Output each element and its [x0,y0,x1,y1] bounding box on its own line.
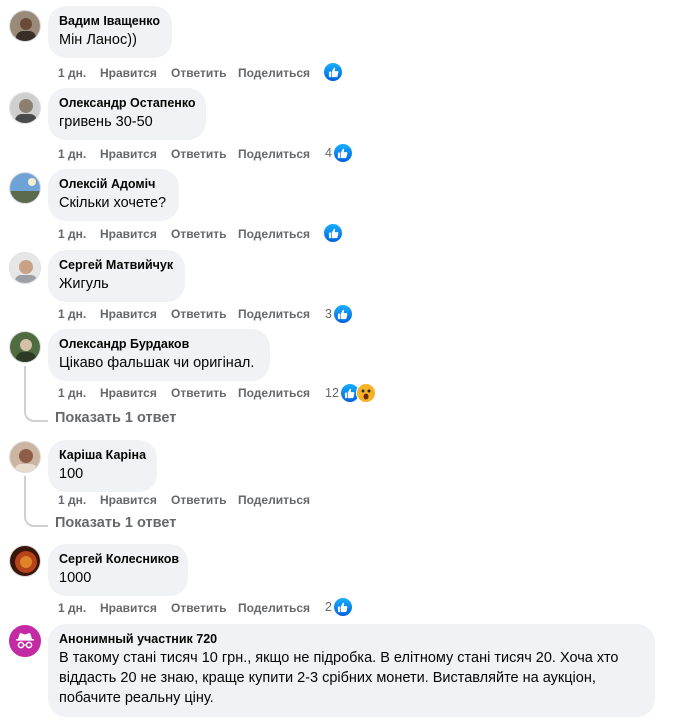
comment-time[interactable]: 1 дн. [58,227,100,241]
avatar[interactable] [9,172,41,204]
comment-text: Цікаво фальшак чи оригінал. [59,355,255,371]
like-reaction-icon [332,304,353,324]
comment-bubble: Олександр Остапенко гривень 30-50 [48,88,206,140]
reaction-count: 3 [325,307,332,321]
comment-bubble: Сергей Колесников 1000 [48,544,188,596]
reaction-summary[interactable]: 12 [325,383,376,403]
avatar[interactable] [9,92,41,124]
comment-author[interactable]: Сергей Матвийчук [59,257,173,273]
share-link[interactable]: Поделиться [238,147,310,161]
thread-line [24,366,26,413]
reaction-count: 4 [325,146,332,160]
comment-bubble: Олександр Бурдаков Цікаво фальшак чи ори… [48,329,270,381]
comment-bubble: Сергей Матвийчук Жигуль [48,250,185,302]
like-reaction-icon [332,597,353,617]
comment-author[interactable]: Олександр Остапенко [59,95,196,111]
thread-connector-tail [38,420,48,422]
comment-bubble: Каріша Каріна 100 [48,440,157,492]
show-replies-link[interactable]: Показать 1 ответ [55,410,176,426]
like-link[interactable]: Нравится [100,493,171,507]
avatar[interactable] [9,545,41,577]
comment-author[interactable]: Вадим Іващенко [59,13,160,29]
reaction-summary[interactable] [322,62,343,82]
comment-time[interactable]: 1 дн. [58,601,100,615]
comment-time[interactable]: 1 дн. [58,386,100,400]
reply-link[interactable]: Ответить [171,493,238,507]
comment-text: Жигуль [59,276,109,292]
reaction-summary[interactable]: 3 [325,304,353,324]
reply-link[interactable]: Ответить [171,601,238,615]
reply-link[interactable]: Ответить [171,147,238,161]
incognito-icon [16,633,34,649]
reaction-summary[interactable] [322,223,343,243]
reply-link[interactable]: Ответить [171,227,238,241]
comment-actions: 1 дн. Нравится Ответить Поделиться [58,384,310,402]
comment-bubble: Вадим Іващенко Мін Ланос)) [48,6,172,58]
thread-connector [24,515,38,527]
anonymous-avatar[interactable] [9,625,41,657]
like-reaction-icon [323,62,343,82]
like-link[interactable]: Нравится [100,601,171,615]
avatar[interactable] [9,441,41,473]
comment-text: Мін Ланос)) [59,32,137,48]
comment-time[interactable]: 1 дн. [58,493,100,507]
reply-link[interactable]: Ответить [171,66,238,80]
comment-author[interactable]: Олексій Адоміч [59,176,167,192]
avatar[interactable] [9,10,41,42]
avatar[interactable] [9,331,41,363]
comment-author[interactable]: Олександр Бурдаков [59,336,258,352]
share-link[interactable]: Поделиться [238,307,310,321]
comment-text: Скільки хочете? [59,195,167,211]
comment-time[interactable]: 1 дн. [58,66,100,80]
comment-actions: 1 дн. Нравится Ответить Поделиться [58,305,310,323]
share-link[interactable]: Поделиться [238,66,310,80]
comment-bubble: Олексій Адоміч Скільки хочете? [48,169,179,221]
comment-time[interactable]: 1 дн. [58,307,100,321]
reaction-count: 12 [325,386,339,400]
like-link[interactable]: Нравится [100,307,171,321]
thread-connector [24,410,38,422]
wow-reaction-icon [355,383,376,403]
avatar[interactable] [9,252,41,284]
reaction-count: 2 [325,600,332,614]
comment-author[interactable]: Сергей Колесников [59,551,179,567]
thread-connector-tail [38,525,48,527]
comment-actions: 1 дн. Нравится Ответить Поделиться [58,491,310,509]
comment-text: 1000 [59,570,92,586]
reaction-summary[interactable]: 2 [325,597,353,617]
share-link[interactable]: Поделиться [238,601,310,615]
reaction-summary[interactable]: 4 [325,143,353,163]
comment-text: В такому стані тисяч 10 грн., якщо не пі… [59,650,619,706]
reply-link[interactable]: Ответить [171,386,238,400]
comment-bubble: Анонимный участник 720 В такому стані ти… [48,624,655,717]
comment-actions: 1 дн. Нравится Ответить Поделиться [58,145,310,163]
like-link[interactable]: Нравится [100,66,171,80]
show-replies-link[interactable]: Показать 1 ответ [55,515,176,531]
comment-text: 100 [59,466,84,482]
like-reaction-icon [323,223,343,243]
comment-actions: 1 дн. Нравится Ответить Поделиться [58,599,310,617]
share-link[interactable]: Поделиться [238,386,310,400]
comment-text: гривень 30-50 [59,114,153,130]
comment-time[interactable]: 1 дн. [58,147,100,161]
comment-author[interactable]: Каріша Каріна [59,447,146,463]
like-reaction-icon [332,143,353,163]
like-link[interactable]: Нравится [100,386,171,400]
share-link[interactable]: Поделиться [238,493,310,507]
comment-actions: 1 дн. Нравится Ответить Поделиться [58,225,310,243]
thread-line [24,476,26,518]
comment-actions: 1 дн. Нравится Ответить Поделиться [58,64,310,82]
comment-author[interactable]: Анонимный участник 720 [59,631,643,647]
like-link[interactable]: Нравится [100,227,171,241]
share-link[interactable]: Поделиться [238,227,310,241]
like-link[interactable]: Нравится [100,147,171,161]
reply-link[interactable]: Ответить [171,307,238,321]
